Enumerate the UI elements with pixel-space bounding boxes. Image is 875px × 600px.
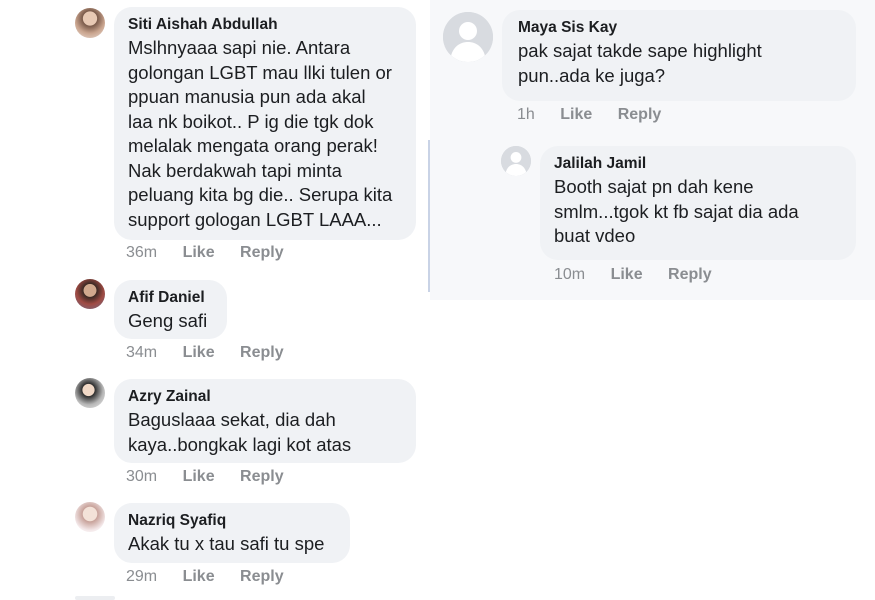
comment-timestamp[interactable]: 34m	[126, 344, 157, 362]
comment-text: Baguslaaa sekat, dia dah kaya..bongkak l…	[128, 409, 352, 455]
comment-author[interactable]: Afif Daniel	[128, 289, 213, 307]
comment-bubble: Azry Zainal Baguslaaa sekat, dia dah kay…	[114, 379, 416, 463]
reply-button[interactable]: Reply	[618, 106, 662, 124]
next-comment-edge	[75, 596, 115, 600]
like-button[interactable]: Like	[183, 344, 215, 362]
user-photo-icon[interactable]	[75, 502, 105, 532]
comment-bubble: Nazriq Syafiq Akak tu x tau safi tu spe	[114, 503, 350, 563]
comment-timestamp[interactable]: 36m	[126, 244, 157, 262]
reply-button[interactable]: Reply	[240, 344, 284, 362]
user-photo-icon[interactable]	[75, 378, 105, 408]
comment-timestamp[interactable]: 10m	[554, 266, 585, 284]
comment-bubble: Afif Daniel Geng safi	[114, 280, 227, 339]
comment-author[interactable]: Maya Sis Kay	[518, 19, 840, 37]
comment-actions: 30m Like Reply	[126, 468, 284, 486]
comment-author[interactable]: Siti Aishah Abdullah	[128, 16, 402, 34]
default-avatar-icon[interactable]	[501, 146, 531, 176]
reply-button[interactable]: Reply	[240, 244, 284, 262]
comment-text: Akak tu x tau safi tu spe	[128, 533, 325, 554]
comment-author[interactable]: Nazriq Syafiq	[128, 512, 336, 530]
comment-timestamp[interactable]: 29m	[126, 568, 157, 586]
like-button[interactable]: Like	[183, 568, 215, 586]
reply-button[interactable]: Reply	[240, 568, 284, 586]
comment-bubble: Maya Sis Kay pak sajat takde sape highli…	[502, 10, 856, 101]
comment-actions: 10m Like Reply	[554, 266, 712, 284]
user-photo-icon[interactable]	[75, 8, 105, 38]
comment-text: pak sajat takde sape highlight pun..ada …	[518, 40, 762, 86]
right-comment-panel: Maya Sis Kay pak sajat takde sape highli…	[430, 0, 875, 300]
comment-actions: 1h Like Reply	[517, 106, 661, 124]
reply-thread-line	[428, 140, 430, 292]
comment-bubble: Jalilah Jamil Booth sajat pn dah kene sm…	[540, 146, 856, 260]
like-button[interactable]: Like	[183, 244, 215, 262]
comment-actions: 36m Like Reply	[126, 244, 284, 262]
comment-text: Geng safi	[128, 310, 208, 331]
comment-actions: 34m Like Reply	[126, 344, 284, 362]
like-button[interactable]: Like	[560, 106, 592, 124]
comment-text: Booth sajat pn dah kene smlm...tgok kt f…	[554, 176, 799, 246]
reply-button[interactable]: Reply	[240, 468, 284, 486]
comment-author[interactable]: Azry Zainal	[128, 388, 402, 406]
like-button[interactable]: Like	[183, 468, 215, 486]
comment-bubble: Siti Aishah Abdullah Mslhnyaaa sapi nie.…	[114, 7, 416, 240]
reply-button[interactable]: Reply	[668, 266, 712, 284]
default-avatar-icon[interactable]	[443, 12, 493, 62]
user-photo-icon[interactable]	[75, 279, 105, 309]
left-comment-panel: Siti Aishah Abdullah Mslhnyaaa sapi nie.…	[0, 0, 430, 600]
comment-timestamp[interactable]: 1h	[517, 106, 535, 124]
comment-author[interactable]: Jalilah Jamil	[554, 155, 842, 173]
comment-text: Mslhnyaaa sapi nie. Antara golongan LGBT…	[128, 37, 393, 230]
comment-timestamp[interactable]: 30m	[126, 468, 157, 486]
like-button[interactable]: Like	[611, 266, 643, 284]
comment-actions: 29m Like Reply	[126, 568, 284, 586]
